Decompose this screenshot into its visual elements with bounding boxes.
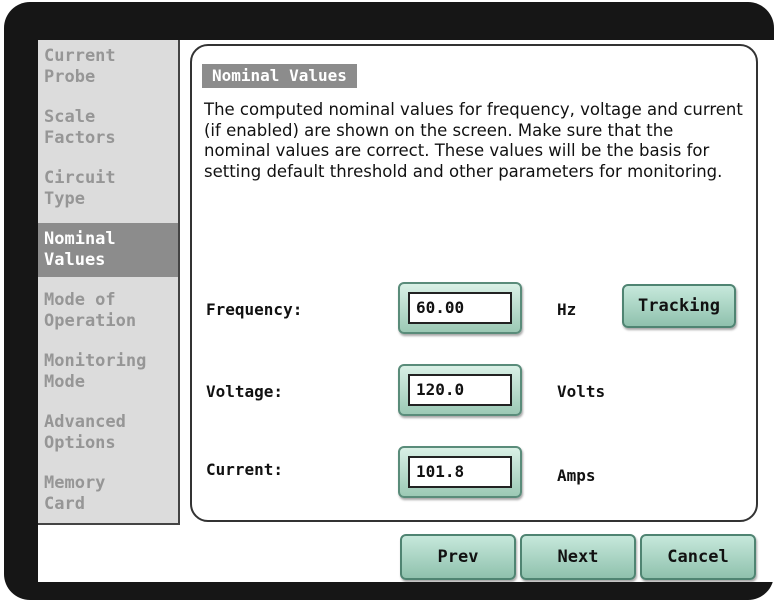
cancel-button[interactable]: Cancel (640, 534, 756, 580)
frequency-field-frame[interactable]: 60.00 (398, 282, 522, 334)
frequency-label: Frequency: (206, 300, 303, 319)
sidebar-item-memory-card[interactable]: Memory Card (38, 467, 178, 521)
sidebar-item-nominal-values[interactable]: Nominal Values (38, 223, 178, 277)
sidebar-item-scale-factors[interactable]: Scale Factors (38, 101, 178, 155)
sidebar: Current Probe Scale Factors Circuit Type… (38, 40, 180, 525)
current-field[interactable]: 101.8 (408, 456, 512, 488)
nominal-values-panel: Nominal Values The computed nominal valu… (190, 44, 758, 522)
next-button[interactable]: Next (520, 534, 636, 580)
prev-button[interactable]: Prev (400, 534, 516, 580)
sidebar-item-monitoring-mode[interactable]: Monitoring Mode (38, 345, 178, 399)
sidebar-item-current-probe[interactable]: Current Probe (38, 40, 178, 94)
frequency-unit: Hz (557, 300, 577, 319)
voltage-field-frame[interactable]: 120.0 (398, 364, 522, 416)
frequency-field[interactable]: 60.00 (408, 292, 512, 324)
sidebar-item-circuit-type[interactable]: Circuit Type (38, 162, 178, 216)
device-bezel: Current Probe Scale Factors Circuit Type… (4, 2, 774, 600)
sidebar-item-advanced-options[interactable]: Advanced Options (38, 406, 178, 460)
sidebar-item-mode-of-operation[interactable]: Mode of Operation (38, 284, 178, 338)
current-label: Current: (206, 460, 284, 479)
tracking-button[interactable]: Tracking (622, 284, 736, 328)
current-field-frame[interactable]: 101.8 (398, 446, 522, 498)
voltage-unit: Volts (557, 382, 606, 401)
device-screen: Current Probe Scale Factors Circuit Type… (38, 40, 774, 582)
current-unit: Amps (557, 466, 596, 485)
panel-title: Nominal Values (202, 64, 357, 88)
voltage-label: Voltage: (206, 382, 284, 401)
voltage-field[interactable]: 120.0 (408, 374, 512, 406)
description-text: The computed nominal values for frequenc… (204, 100, 743, 181)
